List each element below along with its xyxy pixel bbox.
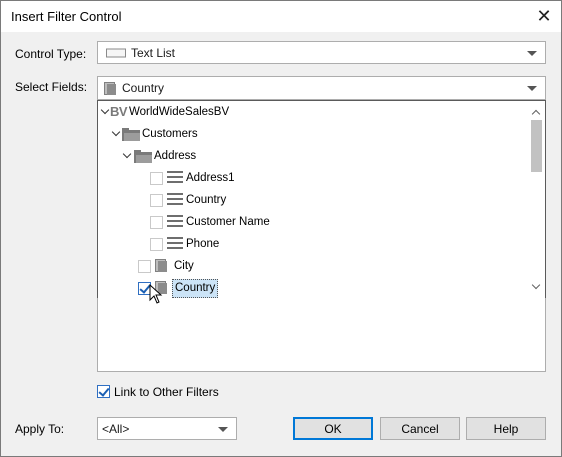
cancel-button[interactable]: Cancel	[380, 417, 460, 440]
tree-node-customers[interactable]: Customers	[98, 124, 528, 144]
chevron-down-icon[interactable]	[527, 86, 537, 91]
apply-to-select[interactable]: <All>	[97, 417, 237, 440]
tree-label-address-country: Country	[186, 194, 227, 206]
tree-node-address-country[interactable]: Country	[98, 190, 528, 210]
link-filters-option[interactable]: Link to Other Filters	[97, 384, 297, 400]
tree-label-customer-country: Country	[172, 279, 219, 298]
tree-node-city[interactable]: City	[98, 256, 528, 276]
chevron-down-icon[interactable]	[527, 50, 537, 56]
city-checkbox[interactable]	[138, 260, 151, 273]
tree-label-city: City	[174, 260, 194, 272]
fields-list-area	[97, 298, 546, 372]
tree-node-address1[interactable]: Address1	[98, 168, 528, 188]
control-type-label: Control Type:	[15, 47, 87, 61]
tree-scrollbar[interactable]	[528, 101, 545, 298]
column-icon	[167, 237, 183, 251]
apply-to-value: <All>	[102, 421, 130, 436]
title-bar: Insert Filter Control ✕	[1, 1, 561, 32]
select-fields-label: Select Fields:	[15, 80, 88, 94]
apply-to-label: Apply To:	[15, 422, 65, 436]
control-type-select[interactable]: Text List	[97, 41, 546, 64]
close-icon: ✕	[536, 6, 552, 26]
select-fields-select[interactable]: Country	[97, 76, 546, 100]
field-icon	[104, 82, 116, 95]
customer-name-checkbox[interactable]	[150, 216, 163, 229]
tree-label-root: WorldWideSalesBV	[129, 106, 230, 118]
tree-label-customers: Customers	[142, 128, 198, 140]
field-icon	[155, 259, 167, 272]
ok-button[interactable]: OK	[293, 417, 373, 440]
chevron-down-icon[interactable]	[122, 146, 134, 166]
text-list-icon	[106, 48, 126, 57]
tree-node-customer-name[interactable]: Customer Name	[98, 212, 528, 232]
close-button[interactable]: ✕	[527, 1, 561, 32]
tree-label-address1: Address1	[186, 172, 235, 184]
folder-icon	[134, 150, 152, 163]
address1-checkbox[interactable]	[150, 172, 163, 185]
dialog-title: Insert Filter Control	[11, 9, 122, 24]
tree-label-address: Address	[154, 150, 197, 162]
column-icon	[167, 215, 183, 229]
link-filters-checkbox[interactable]	[97, 385, 110, 398]
address-country-checkbox[interactable]	[150, 194, 163, 207]
tree-node-root[interactable]: BV WorldWideSalesBV	[98, 102, 528, 122]
mouse-cursor-icon	[149, 284, 163, 304]
tree-label-phone: Phone	[186, 238, 220, 250]
select-fields-value: Country	[122, 81, 165, 95]
link-filters-label: Link to Other Filters	[114, 385, 219, 399]
tree-label-customer-name: Customer Name	[186, 216, 270, 228]
tree-node-address[interactable]: Address	[98, 146, 528, 166]
scrollbar-thumb[interactable]	[531, 120, 542, 172]
bv-icon: BV	[110, 104, 128, 119]
folder-icon	[122, 128, 140, 141]
tree-node-phone[interactable]: Phone	[98, 234, 528, 254]
help-button[interactable]: Help	[466, 417, 546, 440]
fields-tree-dropdown[interactable]: BV WorldWideSalesBV Customers Address Ad…	[97, 100, 546, 299]
control-type-value: Text List	[131, 45, 176, 60]
phone-checkbox[interactable]	[150, 238, 163, 251]
scroll-up-icon[interactable]	[532, 108, 540, 116]
column-icon	[167, 171, 183, 185]
chevron-down-icon[interactable]	[218, 426, 228, 432]
scroll-down-icon[interactable]	[532, 283, 540, 291]
column-icon	[167, 193, 183, 207]
insert-filter-control-dialog: Insert Filter Control ✕ Control Type: Te…	[0, 0, 562, 457]
